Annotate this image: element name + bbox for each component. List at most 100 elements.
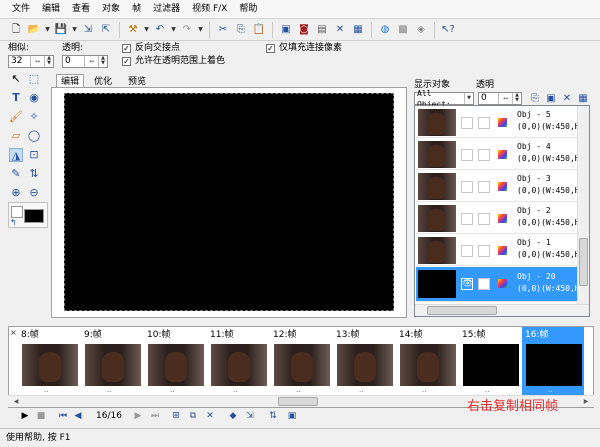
magic-wand-icon[interactable]: ✧ <box>27 110 41 124</box>
flip-icon[interactable]: ⇅ <box>27 167 41 181</box>
lock-toggle[interactable] <box>478 213 490 225</box>
visibility-toggle[interactable] <box>461 245 473 257</box>
save-dropdown-icon[interactable]: ▼ <box>71 26 78 33</box>
reverse-antialias-checkbox[interactable]: ✓ <box>122 44 131 53</box>
tab-edit[interactable]: 编辑 <box>56 74 85 88</box>
save-icon[interactable]: 💾 <box>53 22 69 38</box>
opacity-stepper[interactable]: 0 ↔ ▲ ▼ <box>62 55 108 68</box>
background-color-swatch[interactable] <box>11 206 23 218</box>
image-settings-icon[interactable]: ◙ <box>296 22 312 38</box>
object-row[interactable]: Obj - 5 (0,0)(W:450,H: <box>416 107 584 138</box>
frame-cell[interactable]: 8:帧 .. <box>18 327 80 397</box>
object-opacity-stepper[interactable]: 0 ↔ ▲ ▼ <box>478 92 522 105</box>
similarity-stepper[interactable]: 32 ↔ ▲ ▼ <box>8 55 54 68</box>
wizard-icon[interactable]: ⚒ <box>125 22 141 38</box>
object-icon[interactable]: ▤ <box>314 22 330 38</box>
export-icon[interactable]: ⇱ <box>98 22 114 38</box>
frame-cell[interactable]: 12:帧 .. <box>270 327 332 397</box>
similarity-spin-icon[interactable]: ▲ ▼ <box>44 56 53 67</box>
frame-cell[interactable]: 15:帧 .. <box>459 327 521 397</box>
object-row[interactable]: Obj - 2 (0,0)(W:450,H: <box>416 203 584 234</box>
rotate-icon[interactable]: ◉ <box>27 91 41 105</box>
color-palette-icon[interactable] <box>498 150 507 159</box>
select-rect-icon[interactable]: ⬚ <box>27 72 41 86</box>
menu-frame[interactable]: 帧 <box>126 0 147 19</box>
copy-icon[interactable]: ⎘ <box>233 22 249 38</box>
close-icon[interactable]: × <box>10 328 17 337</box>
zoom-out-icon[interactable]: ⊖ <box>27 186 41 200</box>
color-palette-icon[interactable] <box>498 118 507 127</box>
menu-video-fx[interactable]: 视频 F/X <box>186 0 233 19</box>
lock-toggle[interactable] <box>478 149 490 161</box>
last-frame-icon[interactable]: ⏭ <box>148 410 162 422</box>
optimize-icon[interactable]: ▩ <box>395 22 411 38</box>
image-canvas[interactable] <box>64 93 394 311</box>
open-dropdown-icon[interactable]: ▼ <box>44 26 51 33</box>
similarity-slider-icon[interactable]: ↔ <box>30 56 44 67</box>
menu-help[interactable]: 帮助 <box>233 0 263 19</box>
open-folder-icon[interactable]: 📂 <box>26 22 42 38</box>
reverse-frames-icon[interactable]: ⇅ <box>267 410 279 422</box>
redo-icon[interactable]: ↷ <box>179 22 195 38</box>
allow-transparent-checkbox[interactable]: ✓ <box>122 57 131 66</box>
menu-edit[interactable]: 编辑 <box>36 0 66 19</box>
foreground-color-swatch[interactable] <box>24 209 44 223</box>
color-palette-icon[interactable] <box>498 182 507 191</box>
play-icon[interactable]: ▶ <box>20 410 30 422</box>
prev-frame-icon[interactable]: ◀ <box>72 410 84 422</box>
vscroll-thumb[interactable] <box>579 238 588 286</box>
display-objects-select[interactable]: All Object: ▼ <box>414 89 474 109</box>
timeline-scroll-thumb[interactable] <box>278 397 318 406</box>
import-icon[interactable]: ⇲ <box>80 22 96 38</box>
stop-icon[interactable]: ■ <box>36 410 46 422</box>
properties-icon[interactable]: ▦ <box>350 22 366 38</box>
object-row[interactable]: Obj - 3 (0,0)(W:450,H: <box>416 171 584 202</box>
visibility-toggle[interactable] <box>461 117 473 129</box>
color-palette-icon[interactable] <box>498 279 507 288</box>
scroll-left-icon[interactable]: ◀ <box>12 397 20 406</box>
wizard-dropdown-icon[interactable]: ▼ <box>143 26 150 33</box>
frame-cell-selected[interactable]: 16:帧 .. <box>522 327 584 397</box>
undo-dropdown-icon[interactable]: ▼ <box>170 26 177 33</box>
brush-icon[interactable]: 🖌 <box>9 110 23 124</box>
delete-frame-icon[interactable]: ✕ <box>204 410 216 422</box>
undo-icon[interactable]: ↶ <box>152 22 168 38</box>
zoom-in-icon[interactable]: ⊕ <box>9 186 23 200</box>
duplicate-frame-icon[interactable]: ⧉ <box>187 410 199 422</box>
object-list-vscrollbar[interactable] <box>577 106 589 304</box>
pointer-icon[interactable]: ↖ <box>9 72 23 86</box>
lock-toggle[interactable] <box>478 245 490 257</box>
object-row[interactable]: Obj - 1 (0,0)(W:450,H: <box>416 235 584 266</box>
swap-colors-icon[interactable]: ↰ <box>10 218 17 227</box>
scroll-right-icon[interactable]: ▶ <box>582 397 590 406</box>
object-list-hscrollbar[interactable] <box>415 304 589 316</box>
next-frame-icon[interactable]: ▶ <box>132 410 144 422</box>
paste-icon[interactable]: 📋 <box>251 22 267 38</box>
frame-cell[interactable]: 10:帧 .. <box>144 327 206 397</box>
web-icon[interactable]: ◍ <box>377 22 393 38</box>
menu-object[interactable]: 对象 <box>96 0 126 19</box>
cut-icon[interactable]: ✂ <box>215 22 231 38</box>
menu-view[interactable]: 查看 <box>66 0 96 19</box>
first-frame-icon[interactable]: ⏮ <box>56 410 70 422</box>
opacity-spin-icon[interactable]: ▲ ▼ <box>98 56 107 67</box>
add-frame-icon[interactable]: ⊞ <box>170 410 182 422</box>
frame-properties-icon[interactable]: ⇲ <box>244 410 256 422</box>
tween-icon[interactable]: ◆ <box>226 410 240 422</box>
fill-bucket-icon[interactable]: ◮ <box>9 148 23 162</box>
add-text-frame-icon[interactable]: ▣ <box>286 410 298 422</box>
visibility-toggle[interactable] <box>461 149 473 161</box>
menu-file[interactable]: 文件 <box>6 0 36 19</box>
hscroll-thumb[interactable] <box>427 306 497 315</box>
color-palette-icon[interactable] <box>498 214 507 223</box>
menu-filter[interactable]: 过滤器 <box>147 0 186 19</box>
frame-cell[interactable]: 13:帧 .. <box>333 327 395 397</box>
lock-toggle[interactable] <box>478 181 490 193</box>
frame-cell[interactable]: 9:帧 .. <box>81 327 143 397</box>
eraser-icon[interactable]: ▱ <box>9 129 23 143</box>
delete-icon[interactable]: ✕ <box>332 22 348 38</box>
lock-toggle[interactable] <box>478 117 490 129</box>
text-tool-icon[interactable]: T <box>9 91 23 105</box>
object-opacity-slider-icon[interactable]: ↔ <box>498 93 512 104</box>
fill-connected-checkbox[interactable]: ✓ <box>266 44 275 53</box>
